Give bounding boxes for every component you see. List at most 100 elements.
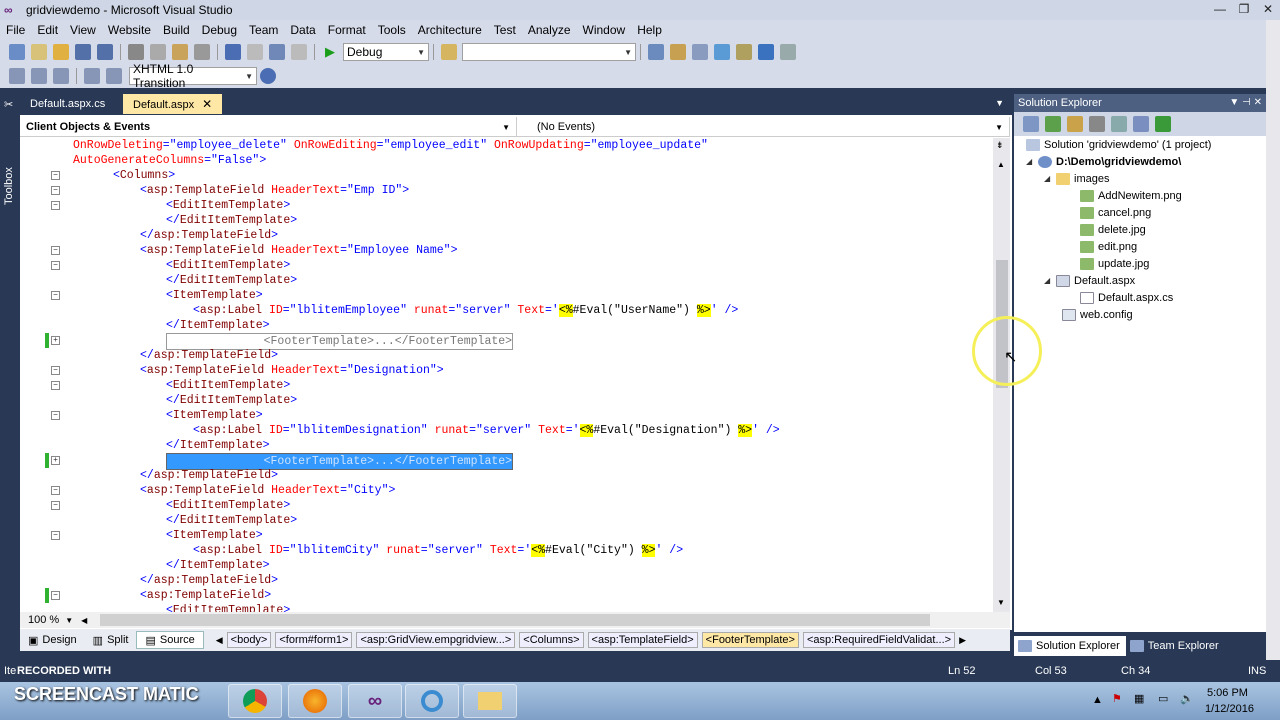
aspnet-config-icon[interactable] — [1155, 116, 1171, 132]
design-view-button[interactable]: ▣ Design — [20, 631, 85, 649]
taskbar-firefox[interactable] — [288, 684, 342, 718]
menu-view[interactable]: View — [64, 23, 102, 37]
scroll-left-icon[interactable]: ◀ — [81, 616, 87, 625]
view-designer-icon[interactable] — [1111, 116, 1127, 132]
collapse-icon[interactable]: − — [51, 246, 60, 255]
code-line[interactable]: </asp:TemplateField> — [20, 573, 993, 588]
code-line[interactable]: − <EditItemTemplate> — [20, 498, 993, 513]
menu-help[interactable]: Help — [631, 23, 668, 37]
collapse-icon[interactable]: − — [51, 201, 60, 210]
code-line[interactable]: </EditItemTemplate> — [20, 273, 993, 288]
menu-analyze[interactable]: Analyze — [522, 23, 577, 37]
code-line[interactable]: − <Columns> — [20, 168, 993, 183]
open-file-icon[interactable] — [53, 44, 69, 60]
taskbar-explorer[interactable] — [463, 684, 517, 718]
code-line[interactable]: − <EditItemTemplate> — [20, 258, 993, 273]
tab-dropdown-icon[interactable]: ▼ — [995, 98, 1004, 108]
breadcrumb-item[interactable]: <asp:RequiredFieldValidat...> — [802, 632, 956, 648]
solution-explorer-icon[interactable] — [648, 44, 664, 60]
screen-right-scrollbar[interactable] — [1266, 20, 1280, 720]
format-icon[interactable] — [84, 68, 100, 84]
menu-window[interactable]: Window — [577, 23, 632, 37]
zoom-level[interactable]: 100 % — [20, 614, 59, 626]
menu-website[interactable]: Website — [102, 23, 157, 37]
code-line[interactable]: </ItemTemplate> — [20, 438, 993, 453]
expanded-caret-icon[interactable]: ◢ — [1044, 171, 1054, 187]
navigate-forward-icon[interactable] — [291, 44, 307, 60]
code-line[interactable]: − <EditItemTemplate> — [20, 198, 993, 213]
find-combo[interactable]: ▼ — [462, 43, 636, 61]
start-debugging-icon[interactable]: ▶ — [322, 44, 338, 60]
split-view-button[interactable]: ▥ Split — [85, 631, 137, 649]
menu-edit[interactable]: Edit — [31, 23, 64, 37]
code-line[interactable]: − <asp:TemplateField> — [20, 588, 993, 603]
collapse-icon[interactable]: − — [51, 186, 60, 195]
doctype-select[interactable]: XHTML 1.0 Transition ▼ — [129, 62, 257, 90]
code-line[interactable]: <asp:Label ID="lblitemEmployee" runat="s… — [20, 303, 993, 318]
tree-item-file[interactable]: web.config — [1062, 307, 1133, 323]
tree-item-file[interactable]: edit.png — [1080, 239, 1137, 255]
collapse-icon[interactable]: − — [51, 501, 60, 510]
save-icon[interactable] — [75, 44, 91, 60]
code-line[interactable]: − <EditItemTemplate> — [20, 378, 993, 393]
chevron-down-icon[interactable]: ▼ — [65, 616, 73, 625]
code-line[interactable]: </ItemTemplate> — [20, 558, 993, 573]
code-line[interactable]: AutoGenerateColumns="False"> — [20, 153, 993, 168]
code-line[interactable]: + <FooterTemplate>...</FooterTemplate> — [20, 333, 993, 350]
code-line[interactable]: <asp:Label ID="lblitemDesignation" runat… — [20, 423, 993, 438]
close-button[interactable]: ✕ — [1256, 0, 1280, 18]
tree-item-file[interactable]: delete.jpg — [1080, 222, 1146, 238]
menu-architecture[interactable]: Architecture — [412, 23, 488, 37]
code-line[interactable]: <EditItemTemplate> — [20, 603, 993, 612]
horizontal-scrollbar-thumb[interactable] — [100, 614, 930, 626]
code-line[interactable]: </ItemTemplate> — [20, 318, 993, 333]
breadcrumb-item[interactable]: <form#form1> — [275, 632, 353, 648]
code-editor[interactable]: OnRowDeleting="employee_delete" OnRowEdi… — [20, 138, 993, 612]
tab-team-explorer[interactable]: Team Explorer — [1126, 636, 1225, 656]
code-line[interactable]: </asp:TemplateField> — [20, 228, 993, 243]
navigate-back-icon[interactable] — [269, 44, 285, 60]
code-line[interactable]: </EditItemTemplate> — [20, 513, 993, 528]
breadcrumb-item-active[interactable]: <FooterTemplate> — [701, 632, 799, 648]
clock-date[interactable]: 1/12/2016 — [1205, 703, 1254, 715]
code-line[interactable]: </asp:TemplateField> — [20, 468, 993, 483]
collapse-icon[interactable]: − — [51, 366, 60, 375]
events-select[interactable]: (No Events) ▼ — [517, 117, 1010, 137]
uncomment-icon[interactable] — [106, 68, 122, 84]
taskbar-screencast[interactable] — [405, 684, 459, 718]
collapse-icon[interactable]: − — [51, 591, 60, 600]
scroll-up-icon[interactable]: ▲ — [997, 160, 1005, 169]
code-line[interactable]: − <asp:TemplateField HeaderText="Emp ID"> — [20, 183, 993, 198]
tray-arrow-icon[interactable]: ▲ — [1092, 694, 1103, 706]
comment-icon[interactable] — [53, 68, 69, 84]
minimize-button[interactable]: — — [1208, 0, 1232, 18]
copy-website-icon[interactable] — [1133, 116, 1149, 132]
solution-configuration-select[interactable]: Debug ▼ — [343, 43, 429, 61]
code-line[interactable]: </EditItemTemplate> — [20, 213, 993, 228]
save-all-icon[interactable] — [97, 44, 113, 60]
expand-icon[interactable]: + — [51, 456, 60, 465]
breadcrumb-right-icon[interactable]: ▶ — [959, 635, 966, 646]
code-line[interactable]: + <FooterTemplate>...</FooterTemplate> — [20, 453, 993, 470]
pin-icon[interactable]: ⊣ — [1242, 97, 1251, 108]
tray-flag-icon[interactable]: ⚑ — [1112, 692, 1122, 705]
code-line[interactable]: − <asp:TemplateField HeaderText="Designat… — [20, 363, 993, 378]
tree-item-file[interactable]: update.jpg — [1080, 256, 1149, 272]
code-line[interactable]: − <ItemTemplate> — [20, 408, 993, 423]
close-icon[interactable]: ✕ — [1254, 97, 1262, 108]
undo-icon[interactable] — [225, 44, 241, 60]
validation-icon[interactable] — [260, 68, 276, 84]
clock-time[interactable]: 5:06 PM — [1207, 687, 1248, 699]
source-view-button[interactable]: ▤ Source — [136, 631, 204, 649]
tree-item-solution[interactable]: Solution 'gridviewdemo' (1 project) — [1026, 137, 1211, 153]
breadcrumb-item[interactable]: <asp:GridView.empgridview...> — [356, 632, 516, 648]
collapse-icon[interactable]: − — [51, 381, 60, 390]
toolbox-icon[interactable] — [714, 44, 730, 60]
tree-item-images-folder[interactable]: ◢ images — [1044, 171, 1109, 187]
tray-battery-icon[interactable]: ▭ — [1158, 692, 1168, 705]
taskbar-chrome[interactable] — [228, 684, 282, 718]
code-line[interactable]: OnRowDeleting="employee_delete" OnRowEdi… — [20, 138, 993, 153]
copy-icon[interactable] — [150, 44, 166, 60]
tray-network-icon[interactable]: ▦ — [1134, 692, 1144, 705]
tree-item-default-aspx[interactable]: ◢ Default.aspx — [1044, 273, 1135, 289]
